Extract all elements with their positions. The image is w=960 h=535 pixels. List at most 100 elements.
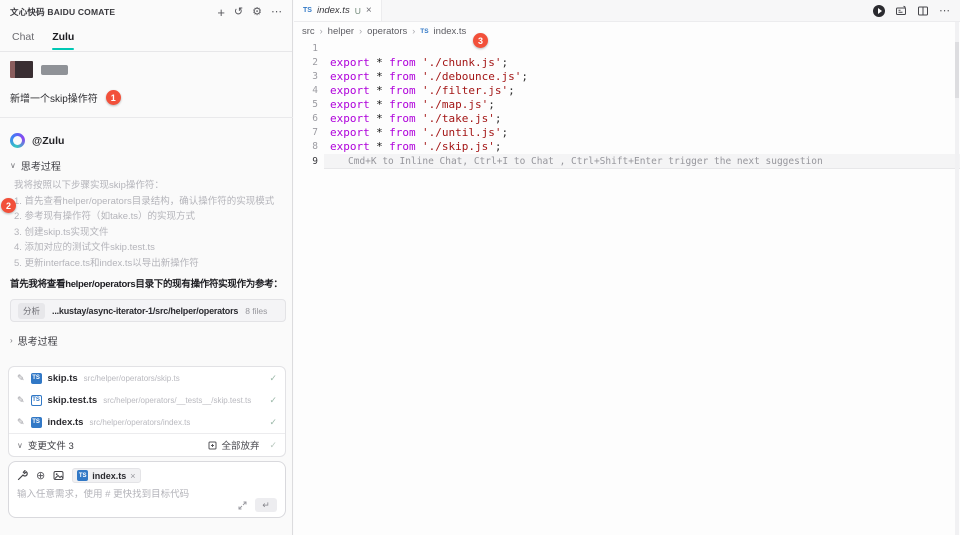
thinking-toggle-collapsed[interactable]: › 思考过程	[10, 333, 58, 348]
check-icon[interactable]: ✓	[269, 417, 277, 428]
check-icon[interactable]: ✓	[269, 440, 277, 451]
ts-file-icon: TS	[31, 373, 42, 384]
ts-language-icon: TS	[303, 7, 312, 14]
file-row-index[interactable]: ✎ TS index.ts src/helper/operators/index…	[9, 411, 285, 433]
user-message: 新增一个skip操作符	[10, 90, 98, 105]
git-status-untracked: U	[355, 6, 361, 16]
remove-context-icon[interactable]: ×	[130, 471, 135, 481]
history-icon[interactable]: ↺	[234, 7, 243, 18]
file-row-skip-test[interactable]: ✎ TS skip.test.ts src/helper/operators/_…	[9, 389, 285, 411]
app-window: 文心快码 BAIDU COMATE + ↺ ⚙ ⋯ Chat Zulu 新增一个…	[0, 0, 960, 535]
pencil-icon: ✎	[17, 417, 25, 428]
more-actions-icon[interactable]: ⋯	[939, 4, 950, 17]
breadcrumb-separator: ›	[320, 26, 323, 36]
code-line-ghost: 9 Cmd+K to Inline Chat, Ctrl+I to Chat ,…	[294, 154, 960, 169]
enter-icon: ↵	[262, 500, 270, 511]
analysis-path: ...kustay/async-iterator-1/src/helper/op…	[52, 306, 238, 316]
thinking-step: 3. 创建skip.ts实现文件	[14, 225, 286, 241]
thinking-step: 4. 添加对应的测试文件skip.test.ts	[14, 240, 286, 256]
chevron-down-icon: ∨	[10, 161, 16, 170]
editor-actions: ⋯	[873, 0, 960, 21]
breadcrumb-operators[interactable]: operators	[367, 26, 407, 37]
chat-input-card[interactable]: ⊕ TS index.ts × ↵	[8, 461, 286, 518]
breadcrumb: src › helper › operators › TS index.ts	[302, 22, 466, 40]
code-line: 7 export*from'./until.js';	[294, 126, 960, 140]
sidebar-header: 文心快码 BAIDU COMATE + ↺ ⚙ ⋯	[0, 0, 292, 24]
code-line: 4 export*from'./filter.js';	[294, 84, 960, 98]
more-actions-icon[interactable]: ⋯	[271, 7, 282, 18]
sidebar-title: 文心快码 BAIDU COMATE	[10, 6, 115, 18]
tab-zulu[interactable]: Zulu	[52, 24, 74, 51]
ts-file-icon: TS	[77, 470, 88, 481]
code-line: 2 export*from'./chunk.js';	[294, 56, 960, 70]
expand-icon[interactable]	[238, 501, 247, 510]
analysis-folder-chip[interactable]: 分析 ...kustay/async-iterator-1/src/helper…	[10, 299, 286, 322]
context-file-chip[interactable]: TS index.ts ×	[72, 468, 140, 483]
editor-tabbar: TS index.ts U × ⋯	[294, 0, 960, 22]
review-changes-icon[interactable]	[895, 5, 907, 17]
close-tab-icon[interactable]: ×	[366, 5, 372, 16]
code-line: 6 export*from'./take.js';	[294, 112, 960, 126]
ts-language-icon: TS	[420, 28, 428, 35]
code-area: 1 2 export*from'./chunk.js'; 3 export*fr…	[294, 42, 960, 169]
changes-summary-toggle[interactable]: ∨ 变更文件 3	[17, 438, 74, 452]
assistant-header: @Zulu	[10, 133, 64, 148]
zulu-avatar-icon	[10, 133, 25, 148]
pencil-icon: ✎	[17, 395, 25, 406]
code-line: 5 export*from'./map.js';	[294, 98, 960, 112]
sidebar-tabs: Chat Zulu	[0, 24, 292, 52]
thinking-step: 1. 首先查看helper/operators目录结构，确认操作符的实现模式	[14, 194, 286, 210]
breadcrumb-separator: ›	[359, 26, 362, 36]
send-button[interactable]: ↵	[255, 498, 277, 512]
breadcrumb-src[interactable]: src	[302, 26, 315, 37]
redacted-avatar	[10, 61, 33, 78]
ts-file-icon: TS	[31, 417, 42, 428]
discard-icon	[208, 441, 217, 450]
settings-gear-icon[interactable]: ⚙	[252, 7, 262, 18]
ts-test-file-icon: TS	[31, 395, 42, 406]
divider	[0, 117, 293, 118]
add-context-icon[interactable]: ⊕	[36, 469, 45, 482]
annotation-badge-1: 1	[106, 90, 121, 105]
discard-all-button[interactable]: 全部放弃	[208, 438, 259, 452]
image-icon[interactable]	[53, 470, 64, 481]
chevron-right-icon: ›	[10, 336, 13, 345]
breadcrumb-separator: ›	[412, 26, 415, 36]
code-editor: TS index.ts U × ⋯ src › helper › operat	[294, 0, 960, 535]
inline-suggestion-hint: Cmd+K to Inline Chat, Ctrl+I to Chat , C…	[324, 154, 960, 169]
check-icon[interactable]: ✓	[269, 395, 277, 406]
changes-footer: ∨ 变更文件 3 全部放弃 ✓	[9, 433, 285, 456]
chevron-down-icon: ∨	[17, 441, 23, 450]
assistant-lead-text: 首先我将查看helper/operators目录下的现有操作符实现作为参考：	[10, 276, 288, 290]
tools-icon[interactable]	[17, 470, 28, 481]
breadcrumb-file[interactable]: index.ts	[434, 26, 467, 37]
input-actions: ↵	[238, 498, 277, 512]
comate-logo-icon[interactable]	[873, 5, 885, 17]
pencil-icon: ✎	[17, 373, 25, 384]
code-line: 1	[294, 42, 960, 56]
analysis-badge: 分析	[18, 303, 45, 319]
changed-files-card: ✎ TS skip.ts src/helper/operators/skip.t…	[8, 366, 286, 457]
split-editor-icon[interactable]	[917, 5, 929, 17]
input-toolbar: ⊕ TS index.ts ×	[17, 468, 277, 483]
breadcrumb-helper[interactable]: helper	[328, 26, 354, 37]
thinking-step: 2. 参考现有操作符（如take.ts）的实现方式	[14, 209, 286, 225]
code-line: 3 export*from'./debounce.js';	[294, 70, 960, 84]
tab-chat[interactable]: Chat	[12, 24, 34, 51]
file-row-skip[interactable]: ✎ TS skip.ts src/helper/operators/skip.t…	[9, 367, 285, 389]
new-chat-icon[interactable]: +	[217, 6, 225, 19]
redacted-user-info	[10, 61, 68, 78]
check-icon[interactable]: ✓	[269, 373, 277, 384]
thinking-toggle-expanded[interactable]: ∨ 思考过程	[10, 158, 61, 173]
code-line: 8 export*from'./skip.js';	[294, 140, 960, 154]
editor-tab-index-ts[interactable]: TS index.ts U ×	[294, 0, 382, 21]
scrollbar-thumb[interactable]	[955, 42, 959, 98]
annotation-badge-2: 2	[1, 198, 16, 213]
redacted-name	[41, 65, 68, 75]
editor-scrollbar[interactable]	[955, 22, 959, 535]
thinking-content: 我将按照以下步骤实现skip操作符： 1. 首先查看helper/operato…	[14, 178, 286, 271]
assistant-name: @Zulu	[32, 135, 64, 147]
analysis-file-count: 8 files	[245, 306, 267, 316]
thinking-step: 5. 更新interface.ts和index.ts以导出新操作符	[14, 256, 286, 272]
comate-sidebar: 文心快码 BAIDU COMATE + ↺ ⚙ ⋯ Chat Zulu 新增一个…	[0, 0, 293, 535]
